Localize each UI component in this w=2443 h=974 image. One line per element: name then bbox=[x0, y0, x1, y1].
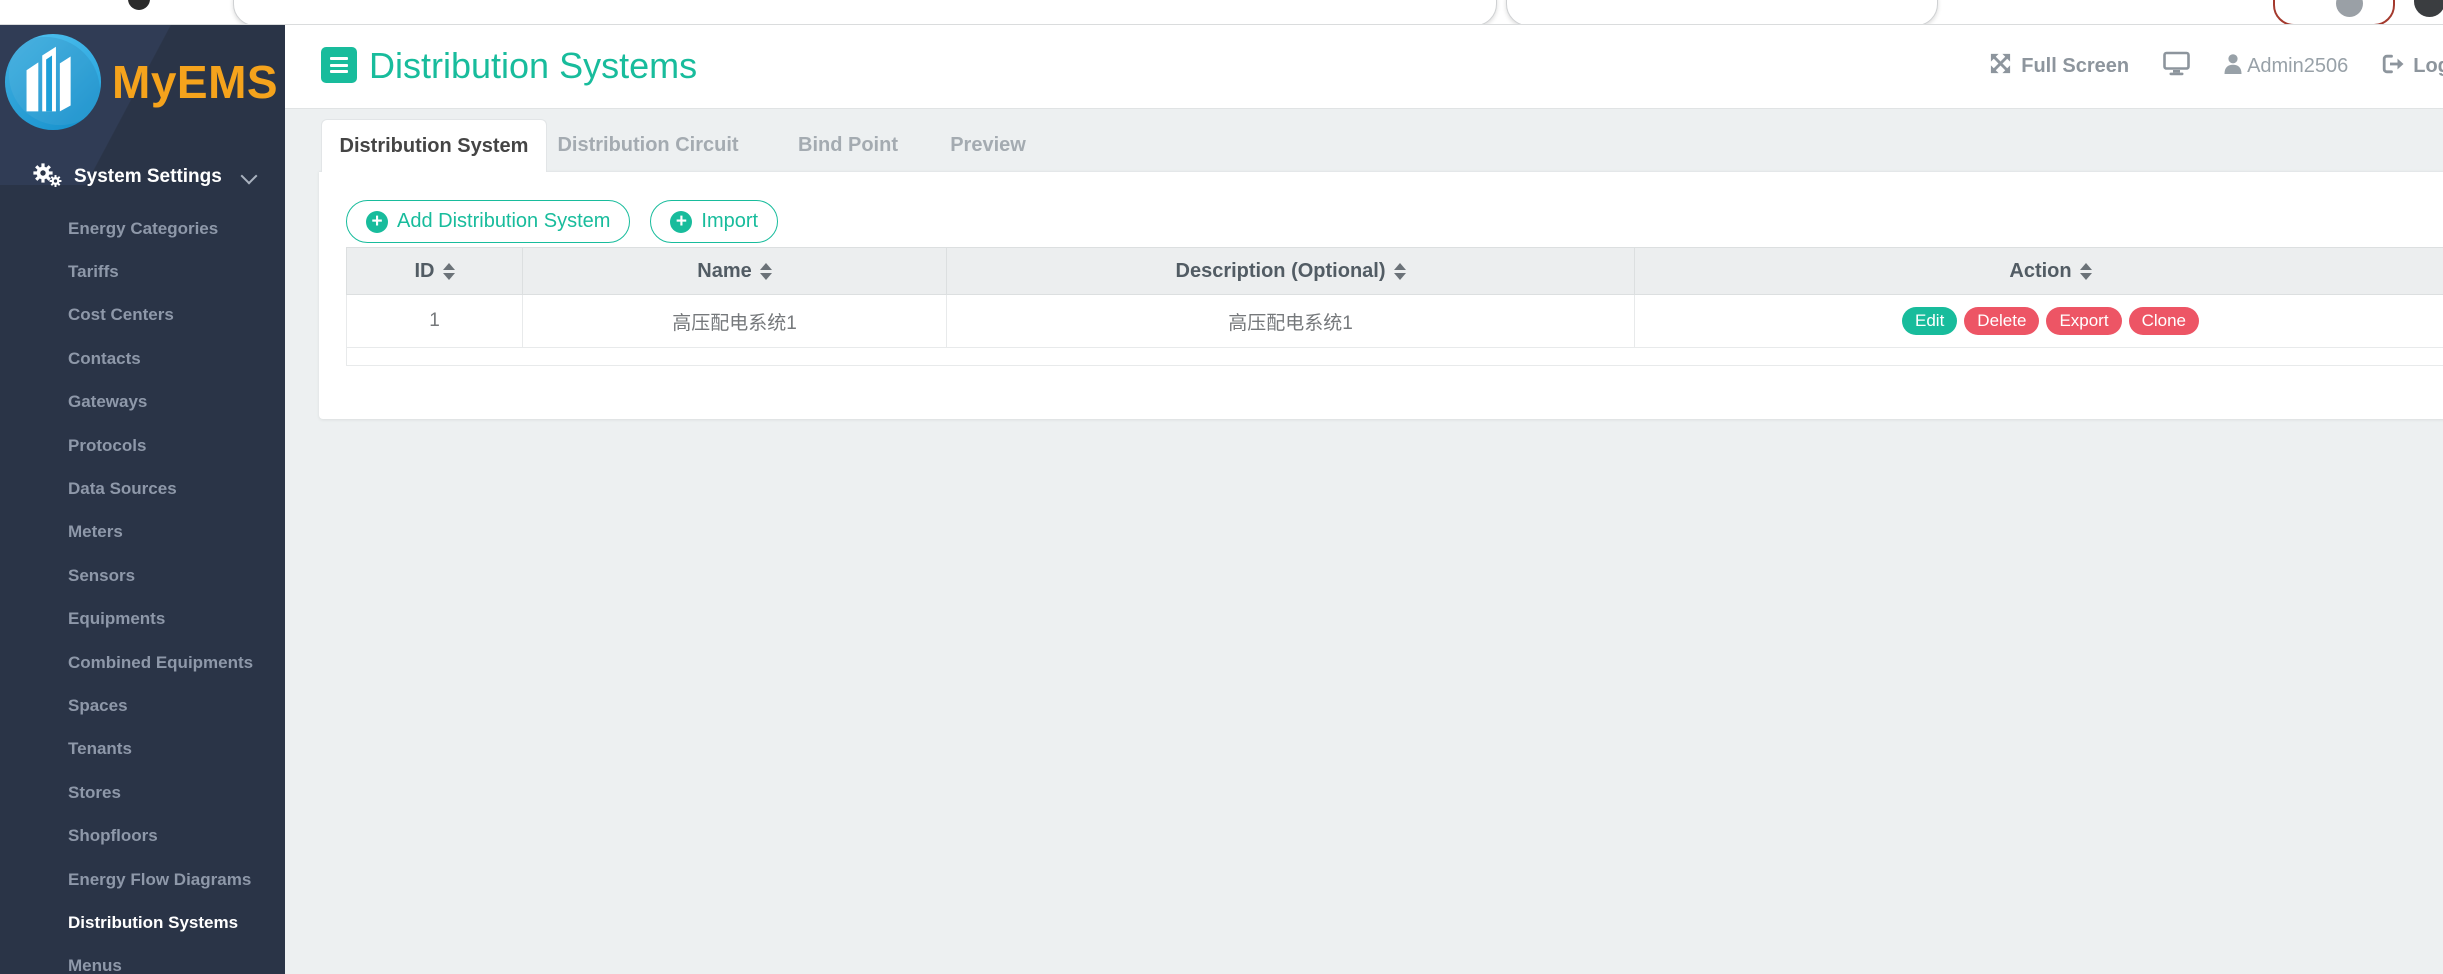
sidebar-item-shopfloors[interactable]: Shopfloors bbox=[0, 814, 285, 857]
sidebar-item-gateways[interactable]: Gateways bbox=[0, 381, 285, 424]
sidebar-item-combined-equipments[interactable]: Combined Equipments bbox=[0, 641, 285, 684]
sidebar-section-system-settings[interactable]: System Settings bbox=[0, 161, 285, 193]
add-distribution-system-button[interactable]: Add Distribution System bbox=[346, 200, 630, 243]
column-header-action[interactable]: Action bbox=[1635, 248, 2443, 295]
menu-icon bbox=[330, 57, 348, 60]
sidebar-item-cost-centers[interactable]: Cost Centers bbox=[0, 294, 285, 337]
fullscreen-label: Full Screen bbox=[2021, 55, 2129, 78]
export-button[interactable]: Export bbox=[2046, 307, 2121, 335]
clone-button[interactable]: Clone bbox=[2129, 307, 2199, 335]
cell-description: 高压配电系统1 bbox=[947, 295, 1635, 348]
sidebar-item-tenants[interactable]: Tenants bbox=[0, 728, 285, 771]
avatar bbox=[2336, 0, 2363, 17]
sort-icon[interactable] bbox=[760, 263, 772, 280]
table-header-row: ID Name Description (Optional) Action bbox=[347, 248, 2443, 295]
fullscreen-button[interactable]: Full Screen bbox=[1989, 52, 2129, 81]
tab-preview[interactable]: Preview bbox=[950, 119, 1026, 171]
browser-address-bar[interactable] bbox=[233, 0, 1497, 25]
logout-label: Logout bbox=[2413, 55, 2443, 78]
browser-profile-pill[interactable] bbox=[2273, 0, 2395, 25]
sidebar-item-energy-flow-diagrams[interactable]: Energy Flow Diagrams bbox=[0, 858, 285, 901]
sort-icon[interactable] bbox=[443, 263, 455, 280]
cell-id: 1 bbox=[347, 295, 523, 348]
sort-icon[interactable] bbox=[2080, 263, 2092, 280]
app-header: Distribution Systems Full Screen bbox=[285, 25, 2443, 109]
header-actions: Full Screen Admin25 bbox=[1989, 25, 2443, 108]
sidebar-item-protocols[interactable]: Protocols bbox=[0, 424, 285, 467]
table-empty-row bbox=[347, 348, 2443, 366]
fullscreen-icon bbox=[1989, 52, 2012, 81]
cell-name: 高压配电系统1 bbox=[523, 295, 947, 348]
myems-logo-icon[interactable] bbox=[4, 33, 102, 136]
sidebar-item-equipments[interactable]: Equipments bbox=[0, 598, 285, 641]
tab-bind-point[interactable]: Bind Point bbox=[798, 119, 898, 171]
logout-button[interactable]: Logout bbox=[2382, 54, 2443, 80]
username: Admin2506 bbox=[2247, 55, 2348, 78]
sidebar-section-label: System Settings bbox=[74, 166, 222, 188]
browser-extension-icon[interactable] bbox=[128, 0, 150, 10]
brand-name: MyEMS bbox=[112, 55, 278, 109]
display-button[interactable] bbox=[2163, 51, 2190, 82]
sidebar-item-contacts[interactable]: Contacts bbox=[0, 337, 285, 380]
chevron-down-icon bbox=[241, 168, 258, 185]
column-header-description[interactable]: Description (Optional) bbox=[947, 248, 1635, 295]
browser-menu-circle[interactable] bbox=[2414, 0, 2443, 17]
import-button[interactable]: Import bbox=[650, 200, 778, 243]
sidebar-item-sensors[interactable]: Sensors bbox=[0, 554, 285, 597]
delete-button[interactable]: Delete bbox=[1964, 307, 2039, 335]
cell-actions: Edit Delete Export Clone bbox=[1635, 295, 2443, 348]
distribution-system-card: Add Distribution System Import ID Name bbox=[319, 171, 2443, 419]
sidebar-toggle-button[interactable] bbox=[321, 47, 357, 83]
tab-distribution-system[interactable]: Distribution System bbox=[321, 119, 547, 172]
sidebar: MyEMS bbox=[0, 25, 285, 974]
user-icon bbox=[2224, 54, 2242, 80]
add-button-label: Add Distribution System bbox=[397, 210, 610, 233]
monitor-icon bbox=[2163, 51, 2190, 82]
sort-icon[interactable] bbox=[1394, 263, 1406, 280]
tab-distribution-circuit[interactable]: Distribution Circuit bbox=[557, 119, 738, 171]
import-button-label: Import bbox=[701, 210, 758, 233]
browser-chrome-strip bbox=[0, 0, 2443, 25]
sidebar-item-distribution-systems[interactable]: Distribution Systems bbox=[0, 901, 285, 944]
sidebar-nav: Energy Categories Tariffs Cost Centers C… bbox=[0, 207, 285, 974]
sidebar-item-stores[interactable]: Stores bbox=[0, 771, 285, 814]
sidebar-item-tariffs[interactable]: Tariffs bbox=[0, 250, 285, 293]
edit-button[interactable]: Edit bbox=[1902, 307, 1957, 335]
table-row: 1 高压配电系统1 高压配电系统1 Edit Delete Export Clo… bbox=[347, 295, 2443, 348]
user-menu[interactable]: Admin2506 bbox=[2224, 54, 2348, 80]
sidebar-item-spaces[interactable]: Spaces bbox=[0, 684, 285, 727]
column-header-name[interactable]: Name bbox=[523, 248, 947, 295]
plus-circle-icon bbox=[366, 211, 388, 233]
column-header-id[interactable]: ID bbox=[347, 248, 523, 295]
sidebar-item-meters[interactable]: Meters bbox=[0, 511, 285, 554]
sidebar-item-menus[interactable]: Menus bbox=[0, 945, 285, 974]
sidebar-item-energy-categories[interactable]: Energy Categories bbox=[0, 207, 285, 250]
cogs-icon bbox=[32, 161, 62, 193]
page-title: Distribution Systems bbox=[369, 44, 697, 88]
browser-search-pill[interactable] bbox=[1506, 0, 1938, 25]
toolbar: Add Distribution System Import bbox=[346, 200, 778, 243]
distribution-systems-table: ID Name Description (Optional) Action 1 bbox=[346, 247, 2443, 366]
sidebar-item-data-sources[interactable]: Data Sources bbox=[0, 467, 285, 510]
main-content: Distribution Systems Full Screen bbox=[285, 25, 2443, 974]
plus-circle-icon bbox=[670, 211, 692, 233]
logout-icon bbox=[2382, 54, 2404, 80]
